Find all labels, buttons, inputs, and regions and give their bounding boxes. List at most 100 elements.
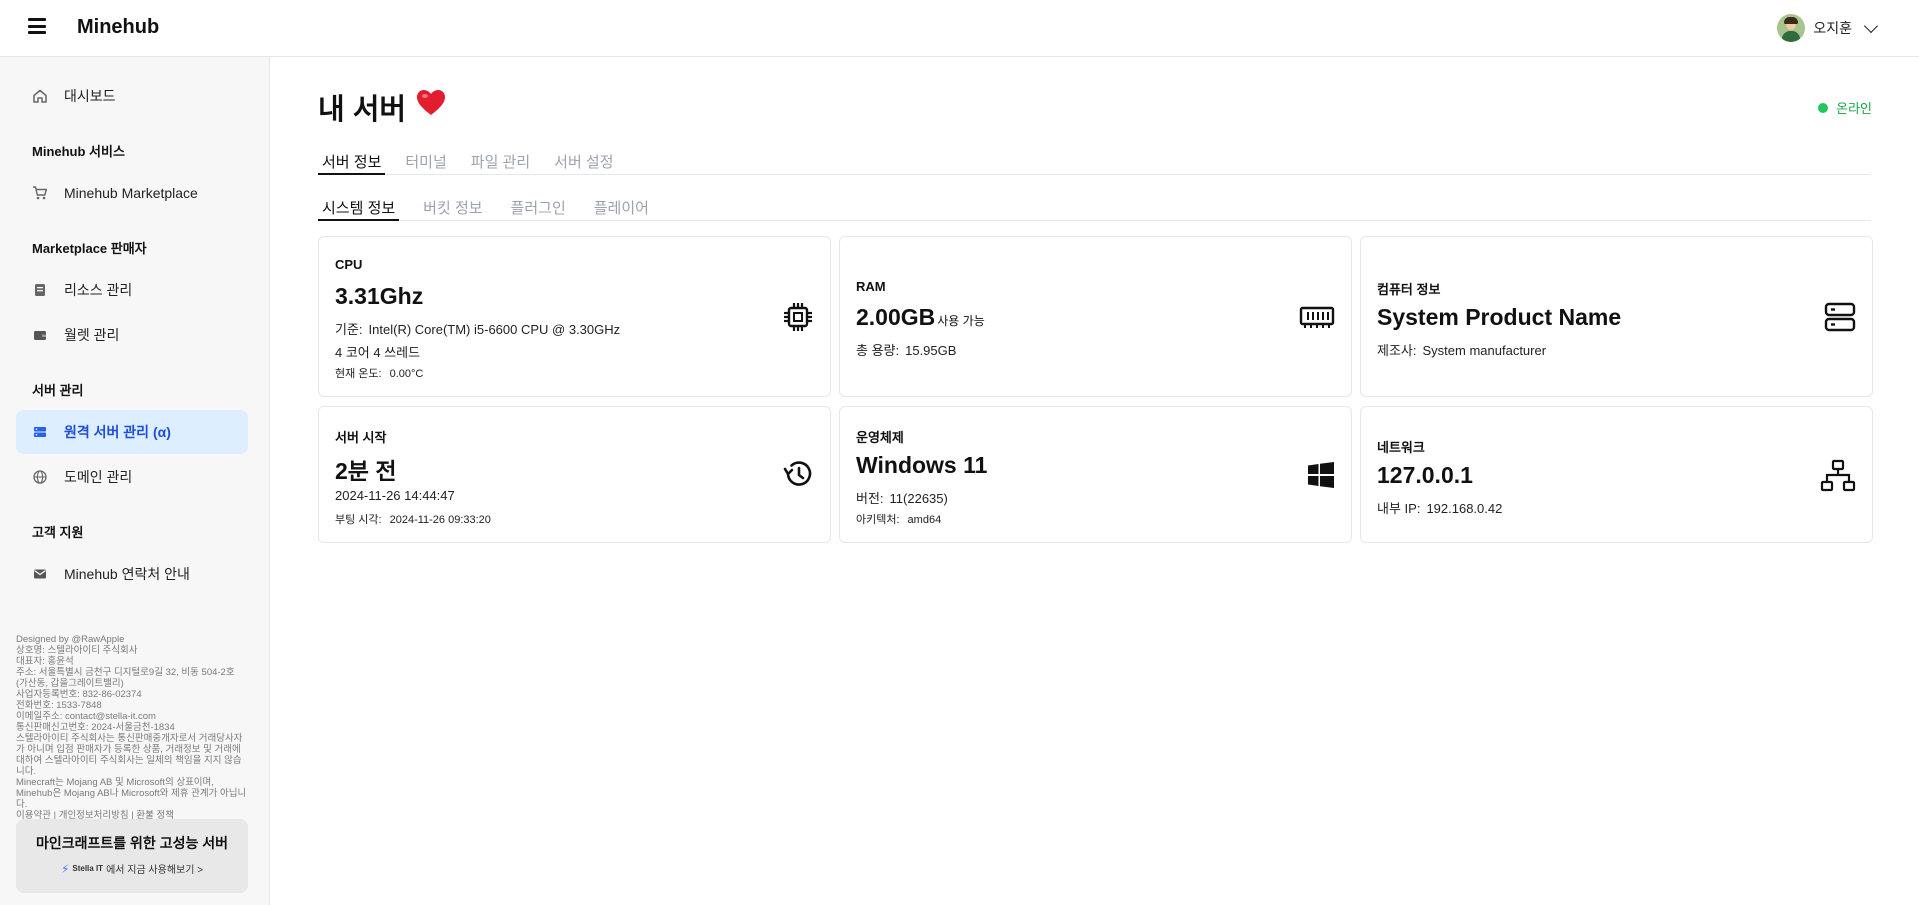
card-title: CPU (335, 257, 363, 272)
subtab-plugins[interactable]: 플러그인 (507, 197, 570, 221)
os-name: Windows 11 (856, 452, 988, 478)
sidebar-item-label: 도메인 관리 (64, 469, 133, 485)
ram-card: RAM 2.00GB 사용 가능 총 용량: 15.95GB (839, 236, 1352, 397)
sidebar-item-label: Minehub 연락처 안내 (64, 566, 190, 582)
tab-terminal[interactable]: 터미널 (401, 151, 450, 175)
footer-line: 통신판매신고번호: 2024-서울금천-1834 (16, 722, 175, 733)
cart-icon (32, 185, 48, 201)
promo-banner[interactable]: 마인크래프트를 위한 고성능 서버 ⚡ Stella IT 에서 지금 사용해보… (16, 819, 248, 893)
footer-info: Designed by @RawApple 상호명: 스텔라아이티 주식회사 대… (16, 634, 248, 821)
sidebar-item-label: 리소스 관리 (64, 282, 133, 298)
start-time: 2024-11-26 14:44:47 (335, 488, 455, 503)
field-label: 내부 IP: (1377, 501, 1421, 516)
field-label: 버전: (856, 491, 884, 506)
sidebar-item-domain[interactable]: 도메인 관리 (16, 455, 248, 499)
field-label: 아키텍처: (856, 514, 900, 526)
section-title-server: 서버 관리 (32, 383, 84, 398)
manufacturer: 제조사: System manufacturer (1377, 340, 1546, 359)
server-status: 온라인 (1818, 98, 1872, 117)
sidebar-item-resources[interactable]: 리소스 관리 (16, 268, 248, 312)
footer-line: 사업자등록번호: 832-86-02374 (16, 689, 142, 700)
network-icon (1820, 459, 1856, 492)
mail-icon (32, 566, 48, 582)
network-address: 127.0.0.1 (1377, 462, 1473, 488)
status-dot (1818, 102, 1829, 113)
ram-value: 2.00GB (856, 304, 936, 330)
field-value: Intel(R) Core(TM) i5-6600 CPU @ 3.30GHz (368, 322, 621, 337)
main-content: 내 서버 온라인 서버 정보 터미널 파일 관리 서버 설정 시스템 정보 버킷… (271, 57, 1919, 905)
uptime-value: 2분 전 (335, 458, 397, 484)
cpu-cores: 4 코어 4 쓰레드 (335, 345, 421, 360)
top-bar: Minehub 오지훈 (0, 0, 1919, 57)
promo-subtitle: ⚡ Stella IT 에서 지금 사용해보기 > (16, 861, 248, 877)
server-tabs: 서버 정보 터미널 파일 관리 서버 설정 (318, 151, 1871, 175)
cpu-temp: 현재 온도: 0.00°C (335, 365, 423, 381)
field-label: 기준: (335, 322, 363, 337)
footer-line: 대표자: 홍윤석 (16, 656, 74, 667)
section-title-support: 고객 지원 (32, 525, 84, 540)
field-value: amd64 (907, 514, 942, 526)
ram-suffix: 사용 가능 (937, 314, 985, 328)
promo-title: 마인크래프트를 위한 고성능 서버 (36, 835, 228, 851)
home-icon (32, 88, 48, 104)
info-subtabs: 시스템 정보 버킷 정보 플러그인 플레이어 (318, 197, 1871, 221)
scroll-icon (32, 282, 48, 298)
ram-total: 총 용량: 15.95GB (856, 340, 956, 359)
ram-available: 2.00GB 사용 가능 (856, 304, 985, 331)
avatar (1777, 14, 1806, 42)
brand-logo[interactable]: Minehub (77, 16, 159, 39)
heart-icon (416, 89, 446, 125)
sidebar-item-contact[interactable]: Minehub 연락처 안내 (16, 552, 248, 596)
card-title: 컴퓨터 정보 (1377, 282, 1441, 297)
field-label: 현재 온도: (335, 368, 382, 380)
field-label: 제조사: (1377, 343, 1417, 358)
card-title: 서버 시작 (335, 430, 387, 445)
section-title-seller: Marketplace 판매자 (32, 241, 147, 256)
os-arch: 아키텍처: amd64 (856, 511, 941, 527)
sidebar-item-marketplace[interactable]: Minehub Marketplace (16, 171, 248, 215)
product-name: System Product Name (1377, 304, 1622, 330)
uptime-card: 서버 시작 2분 전 2024-11-26 14:44:47 부팅 시각: 202… (318, 406, 831, 543)
network-card: 네트워크 127.0.0.1 내부 IP: 192.168.0.42 (1360, 406, 1873, 543)
tab-server-settings[interactable]: 서버 설정 (550, 151, 617, 175)
field-value: 0.00°C (389, 368, 424, 380)
subtab-system-info[interactable]: 시스템 정보 (318, 197, 400, 221)
history-icon (783, 461, 812, 486)
sidebar-item-label: 원격 서버 관리 (α) (64, 424, 171, 440)
field-value: 2024-11-26 09:33:20 (389, 514, 491, 526)
sidebar-item-label: Minehub Marketplace (64, 185, 198, 201)
field-value: System manufacturer (1422, 343, 1547, 358)
subtab-players[interactable]: 플레이어 (590, 197, 653, 221)
cpu-card: CPU 3.31Ghz 기준: Intel(R) Core(TM) i5-6600… (318, 236, 831, 397)
footer-line: 스텔라아이티 주식회사는 통신판매중개자로서 거래당사자가 아니며 입점 판매자… (16, 733, 243, 777)
user-menu[interactable]: 오지훈 (1777, 14, 1879, 42)
memory-icon (1299, 306, 1335, 328)
menu-icon[interactable] (28, 18, 46, 34)
status-text: 온라인 (1836, 101, 1872, 116)
card-title: RAM (856, 279, 886, 294)
field-label: 총 용량: (856, 343, 900, 358)
footer-line: 전화번호: 1533-7848 (16, 700, 102, 711)
footer-line: Designed by @RawApple (16, 634, 125, 645)
page-title: 내 서버 (318, 86, 446, 128)
field-value: 15.95GB (905, 343, 957, 358)
sidebar-item-dashboard[interactable]: 대시보드 (16, 74, 248, 118)
page-title-text: 내 서버 (318, 94, 407, 126)
os-card: 운영체제 Windows 11 버전: 11(22635) 아키텍처: amd64 (839, 406, 1352, 543)
sidebar-item-wallet[interactable]: 월렛 관리 (16, 313, 248, 357)
footer-line: 이메일주소: contact@stella-it.com (16, 711, 156, 722)
footer-line: 상호명: 스텔라아이티 주식회사 (16, 645, 138, 656)
footer-line: 주소: 서울특별시 금천구 디지털로9길 32, 비동 504-2호 (가산동,… (16, 667, 235, 689)
sidebar: 대시보드 Minehub 서비스 Minehub Marketplace Mar… (0, 57, 270, 905)
tab-server-info[interactable]: 서버 정보 (318, 151, 386, 175)
sidebar-item-remote-server[interactable]: 원격 서버 관리 (α) (16, 410, 248, 454)
wallet-icon (32, 327, 48, 343)
field-value: 11(22635) (889, 491, 948, 506)
section-title-services: Minehub 서비스 (32, 144, 125, 159)
stella-logo-icon: ⚡ (60, 861, 70, 876)
tab-file-manager[interactable]: 파일 관리 (467, 151, 534, 175)
user-name: 오지훈 (1813, 20, 1852, 36)
computer-card: 컴퓨터 정보 System Product Name 제조사: System ma… (1360, 236, 1873, 397)
sidebar-item-label: 월렛 관리 (64, 327, 120, 343)
subtab-bukkit-info[interactable]: 버킷 정보 (419, 197, 486, 221)
